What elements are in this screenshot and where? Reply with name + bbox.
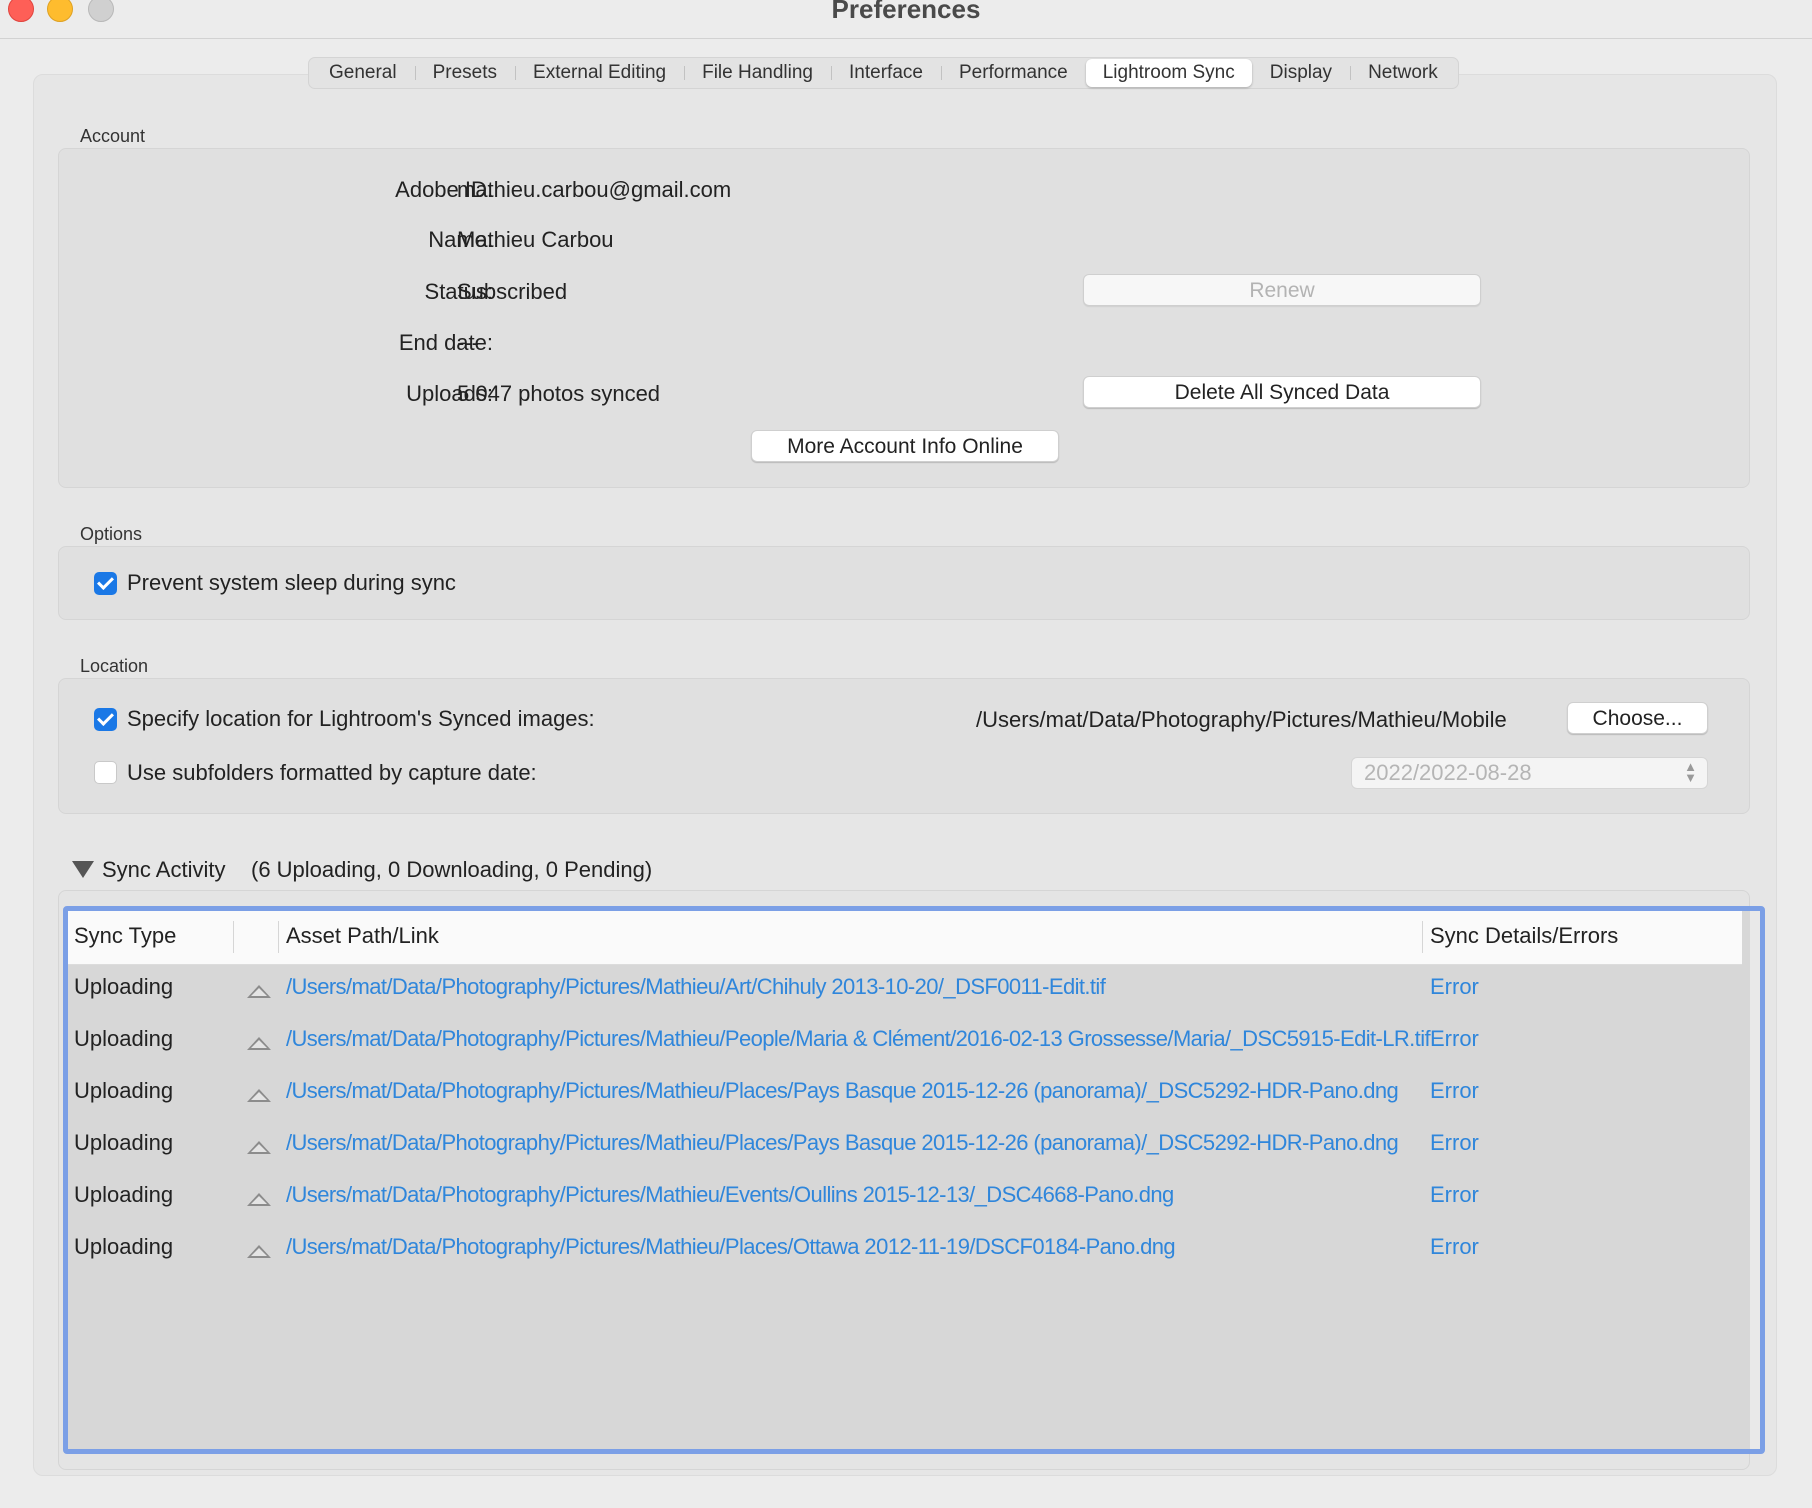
- tab-presets[interactable]: Presets: [414, 59, 515, 87]
- status-label: Status:: [424, 279, 493, 304]
- options-section-label: Options: [80, 524, 143, 544]
- upload-arrow-icon: [247, 985, 271, 998]
- tab-interface[interactable]: Interface: [831, 59, 941, 87]
- delete-all-synced-data-button[interactable]: Delete All Synced Data: [1083, 376, 1481, 408]
- column-divider[interactable]: [278, 921, 279, 953]
- upload-arrow-icon: [247, 1089, 271, 1102]
- asset-path-link[interactable]: /Users/mat/Data/Photography/Pictures/Mat…: [286, 1234, 1176, 1260]
- sync-type-cell: Uploading: [74, 1078, 174, 1103]
- tab-general[interactable]: General: [311, 59, 415, 87]
- asset-path-link[interactable]: /Users/mat/Data/Photography/Pictures/Mat…: [286, 974, 1106, 1000]
- asset-path-link[interactable]: /Users/mat/Data/Photography/Pictures/Mat…: [286, 1130, 1399, 1156]
- asset-path-link[interactable]: /Users/mat/Data/Photography/Pictures/Mat…: [286, 1026, 1431, 1052]
- name-label: Name:: [428, 227, 493, 252]
- account-section-label: Account: [80, 126, 146, 146]
- sync-error-link[interactable]: Error: [1430, 1078, 1479, 1104]
- chevron-up-down-icon: ▲ ▼: [1684, 759, 1697, 785]
- adobe-id-label: Adobe ID:: [395, 177, 493, 202]
- asset-path-link[interactable]: /Users/mat/Data/Photography/Pictures/Mat…: [286, 1078, 1399, 1104]
- sync-type-cell: Uploading: [74, 974, 174, 999]
- window-title: Preferences: [831, 0, 981, 24]
- sync-type-cell: Uploading: [74, 1234, 174, 1259]
- column-header-sync-type[interactable]: Sync Type: [74, 923, 176, 949]
- sync-location-path: /Users/mat/Data/Photography/Pictures/Mat…: [976, 707, 1507, 732]
- upload-arrow-icon: [247, 1141, 271, 1154]
- status-value: Subscribed: [457, 279, 568, 304]
- table-row[interactable]: Uploading /Users/mat/Data/Photography/Pi…: [68, 1226, 1742, 1278]
- column-divider[interactable]: [1422, 921, 1423, 953]
- table-row[interactable]: Uploading /Users/mat/Data/Photography/Pi…: [68, 966, 1742, 1018]
- table-row[interactable]: Uploading /Users/mat/Data/Photography/Pi…: [68, 1122, 1742, 1174]
- more-account-info-button[interactable]: More Account Info Online: [751, 430, 1059, 462]
- sync-error-link[interactable]: Error: [1430, 974, 1479, 1000]
- end-date-label: End date:: [398, 330, 493, 355]
- upload-arrow-icon: [247, 1245, 271, 1258]
- location-section-label: Location: [80, 656, 149, 676]
- choose-location-button[interactable]: Choose...: [1567, 702, 1708, 734]
- upload-arrow-icon: [247, 1037, 271, 1050]
- sync-activity-table[interactable]: Sync Type Asset Path/Link Sync Details/E…: [63, 906, 1765, 1454]
- table-row[interactable]: Uploading /Users/mat/Data/Photography/Pi…: [68, 1070, 1742, 1122]
- sync-error-link[interactable]: Error: [1430, 1234, 1479, 1260]
- subfolders-label: Use subfolders formatted by capture date…: [127, 760, 537, 785]
- adobe-id-value: mathieu.carbou@gmail.com: [457, 177, 732, 202]
- column-header-asset-path[interactable]: Asset Path/Link: [286, 923, 439, 949]
- account-group: Adobe ID: mathieu.carbou@gmail.com Name:…: [58, 148, 1750, 488]
- specify-location-checkbox[interactable]: [94, 708, 117, 731]
- column-divider[interactable]: [233, 921, 234, 953]
- asset-path-link[interactable]: /Users/mat/Data/Photography/Pictures/Mat…: [286, 1182, 1174, 1208]
- preferences-tabs: General Presets External Editing File Ha…: [308, 57, 1459, 89]
- sync-type-cell: Uploading: [74, 1130, 174, 1155]
- end-date-value: ---: [457, 330, 479, 355]
- uploads-value: 5 047 photos synced: [457, 381, 661, 406]
- date-format-value: 2022/2022-08-28: [1364, 760, 1532, 785]
- disclosure-triangle-icon[interactable]: [72, 861, 94, 878]
- sync-error-link[interactable]: Error: [1430, 1130, 1479, 1156]
- table-header: Sync Type Asset Path/Link Sync Details/E…: [68, 911, 1742, 965]
- renew-button[interactable]: Renew: [1083, 274, 1481, 306]
- tab-lightroom-sync[interactable]: Lightroom Sync: [1085, 59, 1252, 87]
- table-row[interactable]: Uploading /Users/mat/Data/Photography/Pi…: [68, 1174, 1742, 1226]
- sync-activity-title: Sync Activity: [102, 857, 226, 882]
- options-group: Prevent system sleep during sync: [58, 546, 1750, 620]
- subfolders-checkbox[interactable]: [94, 761, 117, 784]
- table-scrollbar[interactable]: [1750, 911, 1760, 1449]
- sync-type-cell: Uploading: [74, 1182, 174, 1207]
- table-row[interactable]: Uploading /Users/mat/Data/Photography/Pi…: [68, 1018, 1742, 1070]
- tab-display[interactable]: Display: [1252, 59, 1350, 87]
- title-bar: Preferences: [0, 0, 1812, 39]
- tab-performance[interactable]: Performance: [940, 59, 1086, 87]
- specify-location-label: Specify location for Lightroom's Synced …: [127, 706, 595, 731]
- sync-activity-summary: (6 Uploading, 0 Downloading, 0 Pending): [251, 857, 653, 882]
- sync-error-link[interactable]: Error: [1430, 1026, 1479, 1052]
- prevent-sleep-label: Prevent system sleep during sync: [127, 570, 456, 595]
- date-format-select[interactable]: 2022/2022-08-28 ▲ ▼: [1351, 757, 1708, 789]
- tab-file-handling[interactable]: File Handling: [684, 59, 831, 87]
- prevent-sleep-checkbox[interactable]: [94, 572, 117, 595]
- uploads-label: Uploads:: [406, 381, 493, 406]
- tab-external-editing[interactable]: External Editing: [515, 59, 684, 87]
- name-value: Mathieu Carbou: [457, 227, 614, 252]
- sync-type-cell: Uploading: [74, 1026, 174, 1051]
- location-group: Specify location for Lightroom's Synced …: [58, 678, 1750, 814]
- column-header-sync-details[interactable]: Sync Details/Errors: [1430, 923, 1618, 949]
- sync-error-link[interactable]: Error: [1430, 1182, 1479, 1208]
- tab-network[interactable]: Network: [1350, 59, 1456, 87]
- upload-arrow-icon: [247, 1193, 271, 1206]
